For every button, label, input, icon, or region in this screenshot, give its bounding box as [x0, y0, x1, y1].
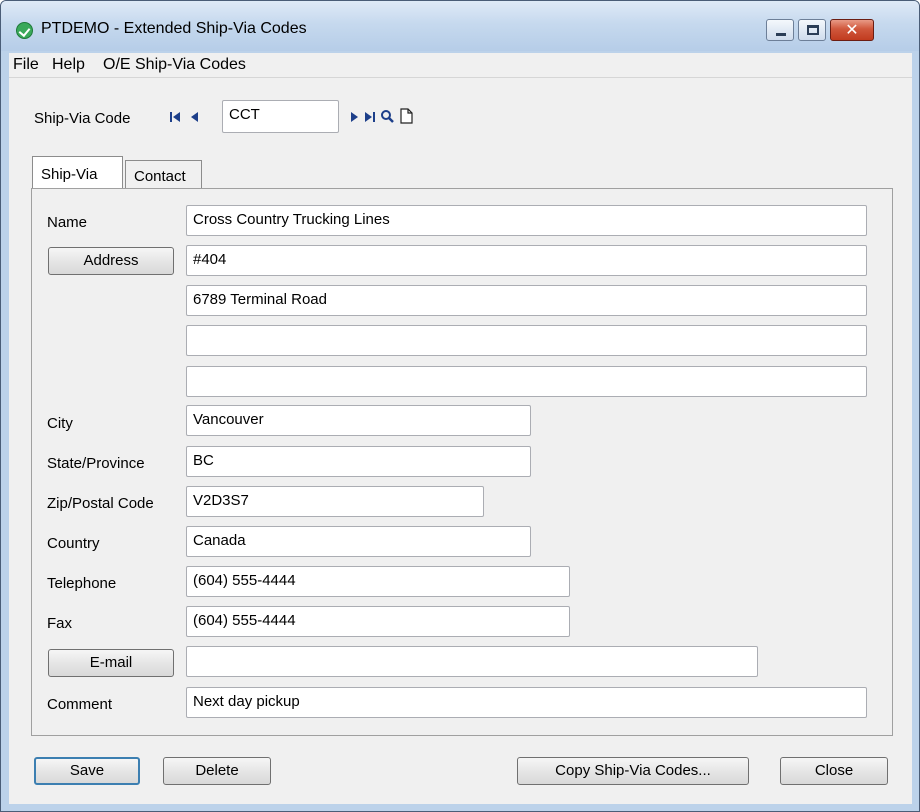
comment-label: Comment [47, 696, 113, 713]
state-field[interactable]: BC [186, 446, 531, 477]
finder-icon[interactable] [380, 109, 395, 124]
first-record-button[interactable] [170, 110, 184, 124]
next-icon [351, 112, 358, 122]
ship-via-code-label: Ship-Via Code [34, 110, 131, 127]
save-button[interactable]: Save [34, 757, 140, 785]
new-icon[interactable] [400, 108, 413, 124]
close-icon: ✕ [845, 20, 859, 39]
window: PTDEMO - Extended Ship-Via Codes ✕ File … [0, 0, 920, 812]
menu-oe-ship-via-codes[interactable]: O/E Ship-Via Codes [103, 56, 246, 74]
city-label: City [47, 415, 73, 432]
telephone-field[interactable]: (604) 555-4444 [186, 566, 570, 597]
name-label: Name [47, 214, 88, 231]
address-line-4[interactable] [186, 366, 867, 397]
zip-label: Zip/Postal Code [47, 495, 154, 512]
copy-ship-via-codes-button[interactable]: Copy Ship-Via Codes... [517, 757, 749, 785]
address-line-2[interactable]: 6789 Terminal Road [186, 285, 867, 316]
city-field[interactable]: Vancouver [186, 405, 531, 436]
menu-bar: File Help O/E Ship-Via Codes [9, 53, 912, 78]
country-label: Country [47, 535, 100, 552]
tab-ship-via[interactable]: Ship-Via [32, 156, 123, 191]
maximize-button[interactable] [798, 19, 826, 41]
address-button[interactable]: Address [48, 247, 174, 275]
menu-help[interactable]: Help [52, 56, 85, 74]
state-label: State/Province [47, 455, 145, 472]
address-line-3[interactable] [186, 325, 867, 356]
last-icon [365, 112, 372, 122]
menu-file[interactable]: File [13, 56, 39, 74]
fax-field[interactable]: (604) 555-4444 [186, 606, 570, 637]
fax-label: Fax [47, 615, 73, 632]
telephone-label: Telephone [47, 575, 117, 592]
country-field[interactable]: Canada [186, 526, 531, 557]
email-field[interactable] [186, 646, 758, 677]
ship-via-code-input[interactable]: CCT [222, 100, 339, 133]
close-window-button[interactable]: ✕ [830, 19, 874, 41]
last-record-button[interactable] [365, 110, 379, 124]
comment-field[interactable]: Next day pickup [186, 687, 867, 718]
previous-record-button[interactable] [189, 110, 203, 124]
name-field[interactable]: Cross Country Trucking Lines [186, 205, 867, 236]
zip-field[interactable]: V2D3S7 [186, 486, 484, 517]
window-title: PTDEMO - Extended Ship-Via Codes [41, 20, 307, 37]
title-bar: PTDEMO - Extended Ship-Via Codes ✕ [1, 1, 919, 51]
minimize-button[interactable] [766, 19, 794, 41]
previous-icon [191, 112, 198, 122]
email-button[interactable]: E-mail [48, 649, 174, 677]
close-button[interactable]: Close [780, 757, 888, 785]
first-icon [173, 112, 180, 122]
delete-button[interactable]: Delete [163, 757, 271, 785]
next-record-button[interactable] [349, 110, 363, 124]
tab-contact[interactable]: Contact [125, 160, 202, 191]
maximize-icon [807, 25, 819, 35]
minimize-icon [776, 33, 786, 36]
address-line-1[interactable]: #404 [186, 245, 867, 276]
client-area: Ship-Via Code CCT Ship-Via Contact Name … [9, 78, 912, 804]
app-icon [16, 22, 33, 39]
